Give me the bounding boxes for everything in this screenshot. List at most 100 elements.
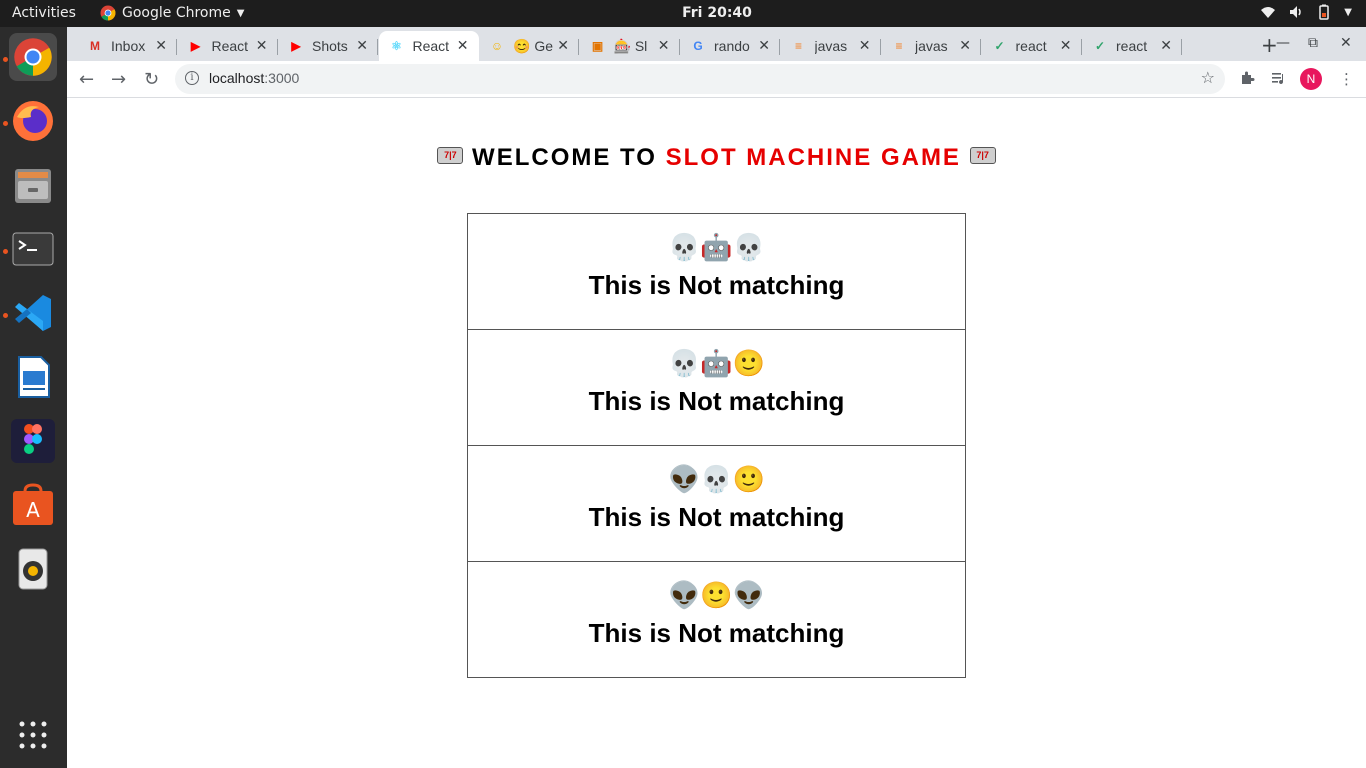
close-tab-icon[interactable]: ✕	[1160, 37, 1172, 54]
close-tab-icon[interactable]: ✕	[959, 37, 971, 54]
result-row: 💀🤖💀 This is Not matching	[468, 214, 965, 330]
running-indicator	[3, 249, 8, 254]
close-tab-icon[interactable]: ✕	[859, 37, 871, 54]
result-row: 👽💀🙂 This is Not matching	[468, 446, 965, 562]
slot-emojis: 👽💀🙂	[667, 465, 766, 495]
site-info-icon[interactable]: i	[185, 71, 199, 85]
system-tray[interactable]: ▼	[1260, 4, 1352, 20]
firefox-icon	[13, 101, 53, 141]
vscode-icon	[15, 295, 51, 331]
address-bar[interactable]: i localhost:3000 ☆	[175, 64, 1225, 94]
media-playlist-icon[interactable]	[1271, 70, 1287, 90]
clock[interactable]: Fri 20:40	[0, 5, 1366, 21]
wifi-icon	[1261, 7, 1276, 18]
extensions-puzzle-icon[interactable]	[1239, 70, 1255, 90]
browser-tab[interactable]: ▶ React ✕	[178, 31, 278, 61]
react-icon: ⚛	[391, 39, 402, 53]
browser-tab[interactable]: M Inbox ✕	[77, 31, 177, 61]
browser-tab[interactable]: ☺ 😊 Ge ✕	[479, 31, 579, 61]
tab-title: javas	[814, 38, 848, 54]
tab-title: Shots	[312, 38, 348, 54]
running-indicator	[3, 313, 8, 318]
rhythmbox-launcher[interactable]	[9, 545, 57, 593]
close-tab-icon[interactable]: ✕	[457, 37, 469, 54]
file-cabinet-icon	[15, 169, 51, 203]
tab-separator	[1181, 39, 1182, 55]
tab-title: react	[1015, 38, 1047, 54]
url-port: :3000	[264, 70, 300, 86]
result-message: This is Not matching	[588, 502, 845, 532]
browser-tab[interactable]: ⚛ React ✕	[378, 31, 479, 61]
browser-toolbar: ← → ↻ i localhost:3000 ☆ N ⋮	[67, 61, 1366, 98]
minimize-button[interactable]: —	[1276, 35, 1290, 51]
software-launcher[interactable]: A	[9, 481, 57, 529]
browser-tab[interactable]: ▶ Shots ✕	[278, 31, 378, 61]
profile-avatar[interactable]: N	[1300, 68, 1322, 90]
tab-title: React	[211, 38, 249, 54]
close-tab-icon[interactable]: ✕	[356, 37, 368, 54]
terminal-icon	[12, 232, 54, 266]
tab-title: React	[412, 38, 450, 54]
result-row: 💀🤖🙂 This is Not matching	[468, 330, 965, 446]
browser-tab[interactable]: ▣ 🎰 Sl ✕	[580, 31, 680, 61]
youtube-icon: ▶	[291, 39, 301, 53]
figma-icon	[11, 419, 55, 463]
speaker-icon	[18, 548, 48, 590]
close-window-button[interactable]: ✕	[1340, 35, 1352, 51]
web-page: 7|7 WELCOME TO SLOT MACHINE GAME 7|7 💀🤖💀…	[67, 98, 1366, 768]
volume-icon	[1290, 6, 1302, 18]
dock: A	[0, 27, 67, 768]
close-tab-icon[interactable]: ✕	[758, 37, 770, 54]
vscode-launcher[interactable]	[9, 289, 57, 337]
stackoverflow-icon: ≡	[895, 39, 903, 53]
firefox-launcher[interactable]	[9, 97, 57, 145]
app-store-icon: A	[13, 483, 53, 525]
back-arrow-icon[interactable]: ←	[79, 69, 94, 90]
reload-icon[interactable]: ↻	[144, 69, 159, 90]
tab-title: react	[1116, 38, 1148, 54]
tab-title: 🎰 Sl	[613, 37, 648, 54]
files-launcher[interactable]	[9, 161, 57, 209]
more-menu-icon[interactable]: ⋮	[1339, 70, 1354, 88]
close-tab-icon[interactable]: ✕	[658, 37, 670, 54]
terminal-launcher[interactable]	[9, 225, 57, 273]
battery-icon	[1319, 4, 1330, 20]
browser-tab[interactable]: ✓ react ✕	[982, 31, 1082, 61]
slot-emojis: 💀🤖🙂	[667, 349, 766, 379]
system-top-bar: Activities Google Chrome ▼ Fri 20:40 ▼	[0, 0, 1366, 27]
url-text[interactable]: localhost:3000	[209, 70, 299, 86]
browser-tab[interactable]: ≡ javas ✕	[781, 31, 881, 61]
tab-strip: + — ⧉ ✕ M Inbox ✕ ▶ React ✕ ▶ Shots ✕ ⚛ React ✕ ☺ 😊 G…	[67, 27, 1366, 61]
codesandbox-icon: ✓	[1094, 39, 1106, 53]
apps-grid-icon	[19, 721, 47, 749]
results-list: 💀🤖💀 This is Not matching 💀🤖🙂 This is Not…	[467, 213, 966, 678]
tab-title: javas	[915, 38, 948, 54]
slot-emojis: 👽🙂👽	[667, 581, 766, 611]
writer-launcher[interactable]	[9, 353, 57, 401]
restore-button[interactable]: ⧉	[1308, 35, 1318, 51]
forward-arrow-icon[interactable]: →	[111, 69, 126, 90]
close-tab-icon[interactable]: ✕	[1060, 37, 1072, 54]
browser-tab[interactable]: Grando ✕	[680, 31, 780, 61]
codesandbox-icon: ✓	[994, 39, 1005, 53]
show-applications-button[interactable]	[9, 711, 57, 759]
slot-machine-icon: 7|7	[437, 147, 464, 165]
tab-title: rando	[714, 38, 750, 54]
gmail-icon: M	[90, 39, 100, 53]
bookmark-star-icon[interactable]: ☆	[1201, 68, 1215, 87]
browser-tab[interactable]: ≡ javas ✕	[881, 31, 981, 61]
document-icon	[18, 356, 50, 398]
emoji-icon: ☺	[490, 39, 504, 53]
close-tab-icon[interactable]: ✕	[155, 37, 167, 54]
browser-tab[interactable]: ✓ react ✕	[1082, 31, 1182, 61]
running-indicator	[3, 57, 8, 62]
slot-emojis: 💀🤖💀	[667, 233, 766, 263]
page-heading: 7|7 WELCOME TO SLOT MACHINE GAME 7|7	[67, 144, 1366, 172]
close-tab-icon[interactable]: ✕	[256, 37, 268, 54]
close-tab-icon[interactable]: ✕	[557, 37, 569, 54]
chevron-down-icon: ▼	[1344, 6, 1352, 18]
chrome-icon	[14, 38, 52, 76]
figma-launcher[interactable]	[9, 417, 57, 465]
result-row: 👽🙂👽 This is Not matching	[468, 562, 965, 677]
chrome-launcher[interactable]	[9, 33, 57, 81]
